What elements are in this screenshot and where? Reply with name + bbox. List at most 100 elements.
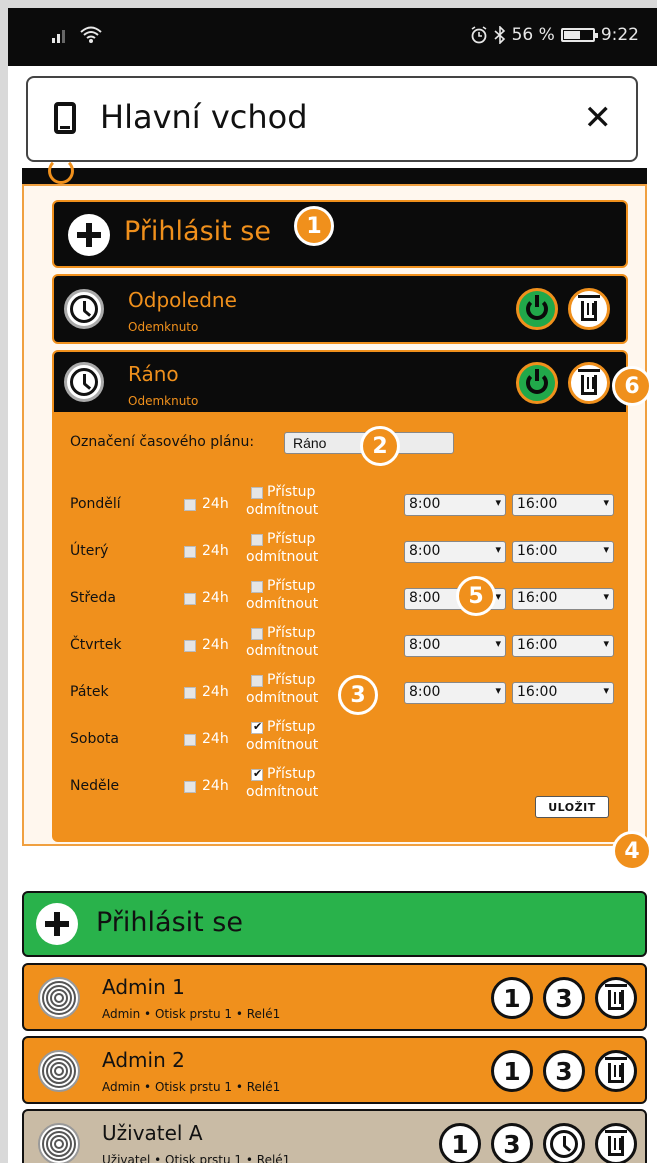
trash-icon xyxy=(578,295,600,321)
user-row[interactable]: Admin 2 Admin • Otisk prstu 1 • Relé1 3 1 xyxy=(22,1036,647,1104)
user-number-button[interactable]: 1 xyxy=(491,1050,533,1092)
time-from-select[interactable]: 8:00 xyxy=(404,635,506,657)
clock-time: 9:22 xyxy=(600,25,639,45)
deny-access-label: Přístup xyxy=(267,531,316,547)
delete-button[interactable] xyxy=(595,977,637,1019)
user-name: Uživatel A xyxy=(102,1121,203,1145)
add-user-button[interactable]: Přihlásit se xyxy=(22,891,647,957)
deny-access-checkbox[interactable] xyxy=(251,487,263,499)
plus-icon xyxy=(36,903,78,945)
user-number-button[interactable]: 1 xyxy=(491,977,533,1019)
time-from-select[interactable]: 8:00 xyxy=(404,494,506,516)
deny-access-label: Přístup xyxy=(267,766,316,782)
all-day-checkbox[interactable] xyxy=(184,687,196,699)
user-row[interactable]: Admin 1 Admin • Otisk prstu 1 • Relé1 3 1 xyxy=(22,963,647,1031)
trash-icon xyxy=(605,1057,627,1083)
power-toggle-button[interactable] xyxy=(516,362,558,404)
fingerprint-icon xyxy=(38,1050,80,1092)
power-toggle-button[interactable] xyxy=(516,288,558,330)
deny-access-checkbox[interactable] xyxy=(251,581,263,593)
deny-access-checkbox[interactable] xyxy=(251,767,263,781)
deny-access-label-2: odmítnout xyxy=(246,643,319,659)
time-to-select[interactable]: 16:00 xyxy=(512,588,614,610)
all-day-label: 24h xyxy=(202,684,229,700)
all-day-checkbox[interactable] xyxy=(184,593,196,605)
day-label: Pondělí xyxy=(70,496,121,512)
time-to-select[interactable]: 16:00 xyxy=(512,682,614,704)
add-schedule-label: Přihlásit se xyxy=(124,216,271,247)
day-label: Úterý xyxy=(70,543,109,559)
deny-access-label: Přístup xyxy=(267,672,316,688)
all-day-checkbox[interactable] xyxy=(184,546,196,558)
plan-name-label: Označení časového plánu: xyxy=(70,434,255,450)
delete-button[interactable] xyxy=(568,288,610,330)
schedule-card-odpoledne[interactable]: Odpoledne Odemknuto xyxy=(52,274,628,344)
deny-access-label: Přístup xyxy=(267,578,316,594)
close-icon[interactable]: ✕ xyxy=(584,98,613,138)
plus-icon xyxy=(68,214,110,256)
callout-badge-5: 5 xyxy=(456,576,496,616)
user-number-button[interactable]: 3 xyxy=(491,1123,533,1163)
all-day-checkbox[interactable] xyxy=(184,781,196,793)
add-user-label: Přihlásit se xyxy=(96,907,243,938)
all-day-checkbox[interactable] xyxy=(184,640,196,652)
deny-access-checkbox[interactable] xyxy=(251,720,263,734)
delete-button[interactable] xyxy=(595,1123,637,1163)
dialog-title: Hlavní vchod xyxy=(100,98,308,136)
day-label: Pátek xyxy=(70,684,109,700)
phone-icon xyxy=(54,102,76,134)
time-from-select[interactable]: 8:00 xyxy=(404,682,506,704)
all-day-checkbox[interactable] xyxy=(184,499,196,511)
signal-indicators xyxy=(52,26,102,44)
time-to-select[interactable]: 16:00 xyxy=(512,494,614,516)
time-to-select[interactable]: 16:00 xyxy=(512,635,614,657)
clock-icon xyxy=(550,1130,578,1158)
previous-card-icon xyxy=(48,158,74,184)
fingerprint-icon xyxy=(38,977,80,1019)
user-details: Uživatel • Otisk prstu 1 • Relé1 xyxy=(102,1153,291,1163)
deny-access-label-2: odmítnout xyxy=(246,737,319,753)
schedule-edit-form: Označení časového plánu: Pondělí 24h Příst… xyxy=(52,414,628,842)
day-label: Čtvrtek xyxy=(70,637,122,653)
schedule-card-rano[interactable]: Ráno Odemknuto xyxy=(52,350,628,414)
user-name: Admin 1 xyxy=(102,975,185,999)
user-number-button[interactable]: 3 xyxy=(543,977,585,1019)
delete-button[interactable] xyxy=(568,362,610,404)
alarm-icon xyxy=(471,26,487,44)
power-icon xyxy=(526,295,548,320)
user-name: Admin 2 xyxy=(102,1048,185,1072)
delete-button[interactable] xyxy=(595,1050,637,1092)
day-label: Středa xyxy=(70,590,116,606)
schedule-name: Odpoledne xyxy=(128,288,237,312)
dialog-header: Hlavní vchod ✕ xyxy=(26,76,638,162)
deny-access-label: Přístup xyxy=(267,484,316,500)
user-row[interactable]: Uživatel A Uživatel • Otisk prstu 1 • Rel… xyxy=(22,1109,647,1163)
power-icon xyxy=(526,369,548,394)
user-number-button[interactable]: 1 xyxy=(439,1123,481,1163)
callout-badge-1: 1 xyxy=(294,206,334,246)
trash-icon xyxy=(605,1130,627,1156)
time-from-select[interactable]: 8:00 xyxy=(404,541,506,563)
schedule-status: Odemknuto xyxy=(128,394,199,408)
user-number-button[interactable]: 3 xyxy=(543,1050,585,1092)
bluetooth-icon xyxy=(494,26,505,44)
deny-access-checkbox[interactable] xyxy=(251,628,263,640)
battery-icon xyxy=(560,28,598,42)
user-details: Admin • Otisk prstu 1 • Relé1 xyxy=(102,1080,281,1094)
trash-icon xyxy=(605,984,627,1010)
previous-card-edge xyxy=(22,158,647,184)
deny-access-label-2: odmítnout xyxy=(246,784,319,800)
callout-badge-3: 3 xyxy=(338,675,378,715)
all-day-label: 24h xyxy=(202,778,229,794)
deny-access-checkbox[interactable] xyxy=(251,675,263,687)
all-day-label: 24h xyxy=(202,496,229,512)
all-day-label: 24h xyxy=(202,637,229,653)
callout-badge-6: 6 xyxy=(612,366,652,406)
schedule-button[interactable] xyxy=(543,1123,585,1163)
deny-access-checkbox[interactable] xyxy=(251,534,263,546)
time-to-select[interactable]: 16:00 xyxy=(512,541,614,563)
schedule-status: Odemknuto xyxy=(128,320,199,334)
add-schedule-button[interactable]: Přihlásit se xyxy=(52,200,628,268)
all-day-checkbox[interactable] xyxy=(184,734,196,746)
save-button[interactable]: ULOŽIT xyxy=(535,796,609,818)
